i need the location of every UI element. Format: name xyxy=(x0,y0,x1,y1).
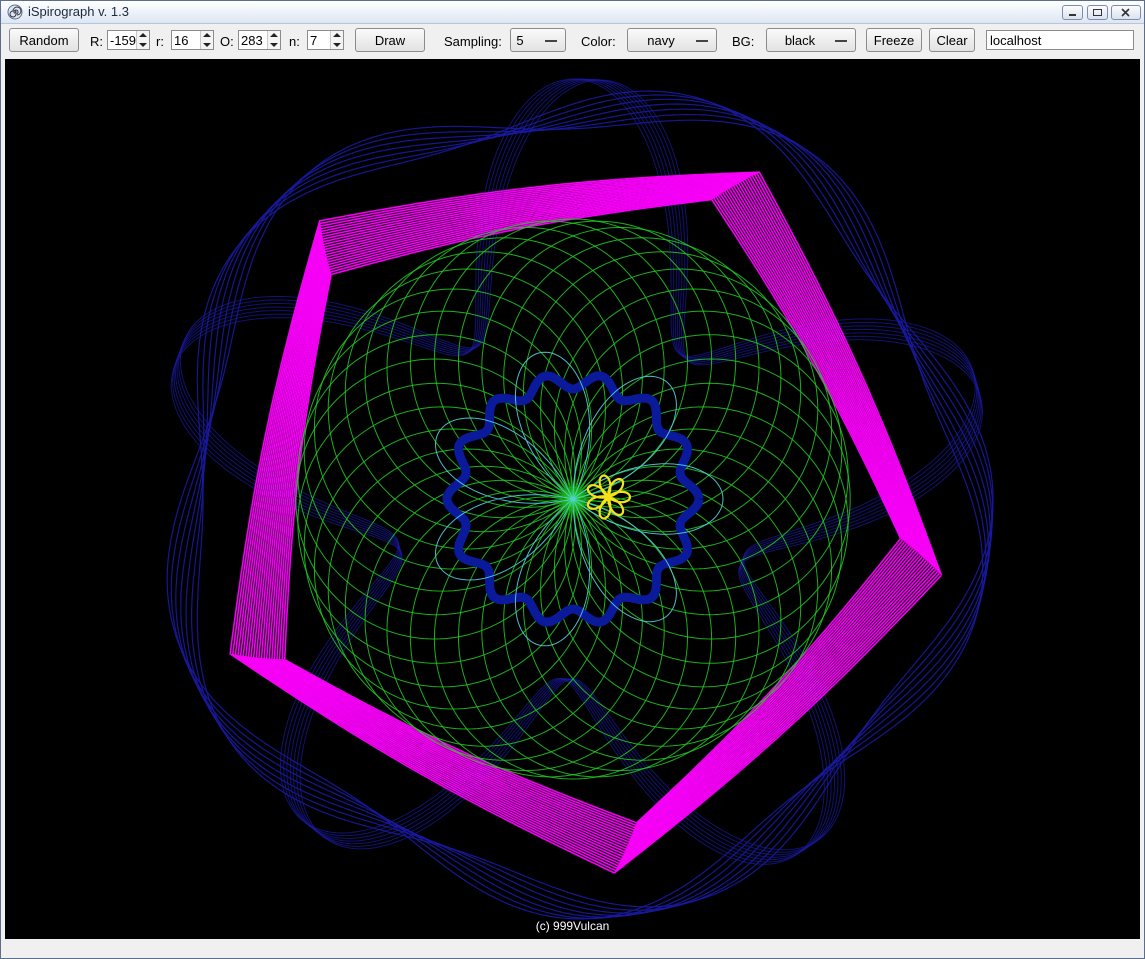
dropdown-arrow-icon xyxy=(545,40,557,42)
n-label: n: xyxy=(289,34,300,49)
window-title: iSpirograph v. 1.3 xyxy=(28,4,129,19)
color-value: navy xyxy=(647,33,675,48)
r-small-value: 16 xyxy=(174,33,189,48)
freeze-button[interactable]: Freeze xyxy=(866,28,922,52)
sampling-label: Sampling: xyxy=(444,34,502,49)
spinner-arrows-icon[interactable] xyxy=(136,31,149,49)
title-bar[interactable]: iSpirograph v. 1.3 xyxy=(1,1,1144,24)
close-button[interactable] xyxy=(1111,5,1141,20)
toolbar: Random R: -159 r: 16 O: 283 n: 7 Draw Sa… xyxy=(1,24,1144,58)
status-bar xyxy=(1,940,1144,958)
spiral-app-icon xyxy=(7,4,23,20)
random-button[interactable]: Random xyxy=(9,28,79,52)
dropdown-arrow-icon xyxy=(696,40,708,42)
app-window: iSpirograph v. 1.3 Random R: -159 r: 16 … xyxy=(0,0,1145,959)
spirograph-drawing xyxy=(166,78,994,920)
draw-button[interactable]: Draw xyxy=(355,28,425,52)
pentagon-band-curve xyxy=(281,197,904,827)
bg-select[interactable]: black xyxy=(766,28,856,52)
o-value: 283 xyxy=(241,33,263,48)
yellow-star-curve xyxy=(586,474,632,520)
o-spinner[interactable]: 283 xyxy=(238,30,281,50)
r-big-spinner[interactable]: -159 xyxy=(107,30,150,50)
n-spinner[interactable]: 7 xyxy=(307,30,344,50)
spinner-arrows-icon[interactable] xyxy=(267,31,280,49)
drawing-canvas[interactable]: (c) 999Vulcan xyxy=(5,59,1140,939)
host-input[interactable]: localhost xyxy=(986,30,1134,50)
close-icon xyxy=(1121,8,1130,17)
copyright-credit: (c) 999Vulcan xyxy=(535,919,610,933)
host-value: localhost xyxy=(990,33,1042,48)
bg-value: black xyxy=(784,33,816,48)
clear-button[interactable]: Clear xyxy=(929,28,975,52)
maximize-icon xyxy=(1093,9,1102,16)
r-small-label: r: xyxy=(156,34,164,49)
pentagon-band-curve xyxy=(234,173,939,870)
dropdown-arrow-icon xyxy=(835,40,847,42)
n-value: 7 xyxy=(310,33,318,48)
color-label: Color: xyxy=(581,34,616,49)
minimize-icon xyxy=(1069,14,1076,16)
o-label: O: xyxy=(220,34,234,49)
spinner-arrows-icon[interactable] xyxy=(200,31,213,49)
bg-label: BG: xyxy=(732,34,755,49)
color-select[interactable]: navy xyxy=(627,28,717,52)
r-big-label: R: xyxy=(90,34,103,49)
r-small-spinner[interactable]: 16 xyxy=(171,30,214,50)
sampling-select[interactable]: 5 xyxy=(510,28,566,52)
maximize-button[interactable] xyxy=(1087,5,1108,20)
spinner-arrows-icon[interactable] xyxy=(330,31,343,49)
minimize-button[interactable] xyxy=(1062,5,1083,20)
sampling-value: 5 xyxy=(516,33,524,48)
r-big-value: -159 xyxy=(110,33,137,48)
